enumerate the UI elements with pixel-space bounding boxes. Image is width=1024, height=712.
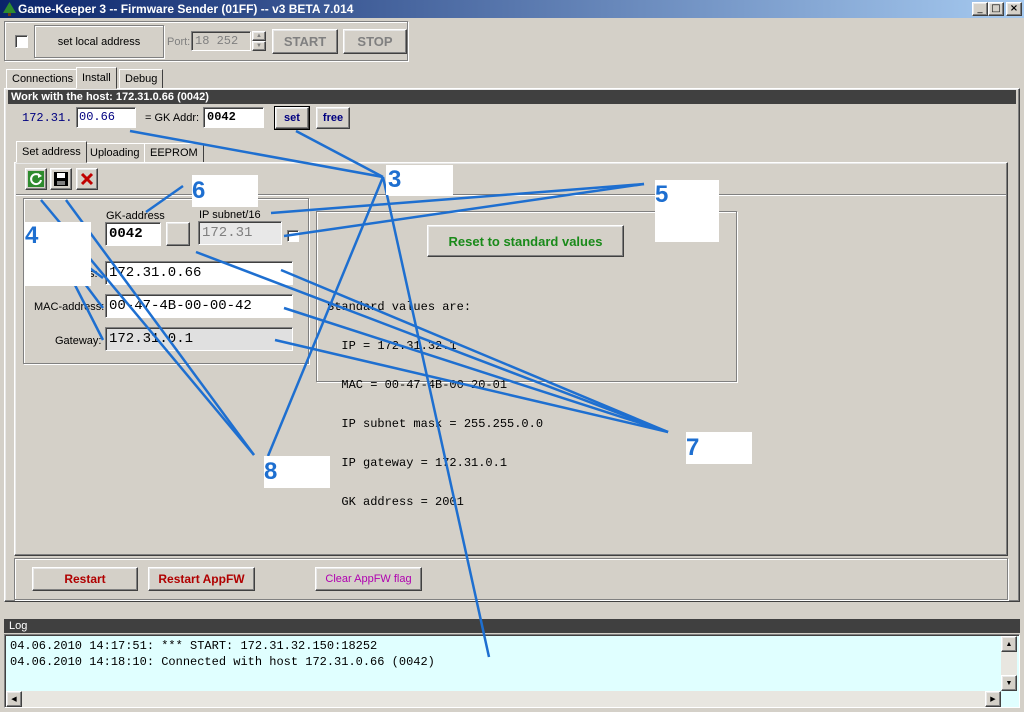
callout-label: 3 <box>388 166 402 193</box>
title-bar: Game-Keeper 3 -- Firmware Sender (01FF) … <box>0 0 1024 18</box>
toolbar-divider <box>16 194 1006 196</box>
save-icon <box>54 172 68 186</box>
scroll-up-icon[interactable]: ▲ <box>1001 636 1017 652</box>
ip-input[interactable]: 172.31.0.66 <box>105 261 293 285</box>
reset-standard-button[interactable]: Reset to standard values <box>427 225 624 257</box>
standard-line: IP = 172.31.32.1 <box>327 339 457 353</box>
port-spin-up[interactable]: ▲ <box>252 31 266 41</box>
callout-label: 7 <box>686 434 700 461</box>
callout-label: 6 <box>192 177 206 204</box>
refresh-button[interactable] <box>25 168 47 190</box>
callout-label: 5 <box>655 181 669 208</box>
gateway-label: Gateway: <box>55 335 102 347</box>
scroll-down-icon: ▼ <box>1005 679 1013 687</box>
tab-eeprom[interactable]: EEPROM <box>144 143 204 163</box>
close-icon: × <box>1009 3 1019 14</box>
minimize-button[interactable]: _ <box>972 2 988 16</box>
host-header: Work with the host: 172.31.0.66 (0042) <box>8 90 1016 104</box>
port-input[interactable]: 18 252 <box>191 31 251 51</box>
scroll-right-icon[interactable]: ▶ <box>985 691 1001 707</box>
set-local-checkbox[interactable] <box>15 35 28 48</box>
gk-addr-label: = GK Addr: <box>145 112 200 124</box>
callout-6: 6 <box>192 175 258 207</box>
standard-line: MAC = 00-47-4B-00-20-01 <box>327 378 508 392</box>
gateway-input[interactable]: 172.31.0.1 <box>105 327 293 351</box>
minimize-icon: _ <box>977 3 983 14</box>
delete-icon <box>80 172 94 186</box>
maximize-button[interactable]: □ <box>988 2 1004 16</box>
standard-line: Standard values are: <box>327 300 472 314</box>
callout-label: 8 <box>264 458 278 485</box>
tab-uploading[interactable]: Uploading <box>84 143 146 163</box>
ip-subnet-input[interactable]: 172.31 <box>198 221 282 245</box>
mac-input[interactable]: 00-47-4B-00-00-42 <box>105 294 293 318</box>
standard-values-text: Standard values are: IP = 172.31.32.1 MA… <box>327 275 543 522</box>
stop-button[interactable]: STOP <box>343 29 407 54</box>
callout-4: 4 <box>25 222 91 286</box>
restart-appfw-button[interactable]: Restart AppFW <box>148 567 255 591</box>
save-button[interactable] <box>50 168 72 190</box>
standard-line: IP subnet mask = 255.255.0.0 <box>327 417 544 431</box>
callout-5: 5 <box>655 180 719 242</box>
delete-button[interactable] <box>76 168 98 190</box>
log-horizontal-scrollbar[interactable]: ◀ ▶ <box>6 691 1001 707</box>
tab-set-address[interactable]: Set address <box>16 141 87 163</box>
standard-line: GK address = 2001 <box>327 495 464 509</box>
ip-subnet-checkbox[interactable] <box>287 230 299 242</box>
host-ip-prefix: 172.31. <box>22 111 73 125</box>
callout-8: 8 <box>264 456 330 488</box>
gk-address-input[interactable]: 0042 <box>105 222 161 246</box>
set-local-address-box[interactable]: set local address <box>34 25 164 58</box>
restart-button[interactable]: Restart <box>32 567 138 591</box>
set-local-label: set local address <box>57 35 141 48</box>
free-button[interactable]: free <box>316 107 350 129</box>
app-icon <box>3 2 16 16</box>
log-header: Log <box>4 619 1020 633</box>
scroll-down-button[interactable]: ▼ <box>1001 675 1017 691</box>
tab-debug[interactable]: Debug <box>119 69 164 89</box>
callout-3: 3 <box>386 165 453 195</box>
ip-subnet-label: IP subnet/16 <box>199 209 261 221</box>
gk-address-label: GK-address <box>106 210 165 222</box>
set-button[interactable]: set <box>274 106 310 130</box>
log-line: 04.06.2010 14:17:51: *** START: 172.31.3… <box>10 639 378 653</box>
callout-label: 4 <box>25 222 39 249</box>
callout-7: 7 <box>686 432 752 464</box>
start-button[interactable]: START <box>272 29 338 54</box>
port-label: Port: <box>167 36 191 48</box>
scroll-left-icon[interactable]: ◀ <box>6 691 22 707</box>
refresh-icon <box>28 171 44 187</box>
port-spin-down[interactable]: ▼ <box>252 41 266 51</box>
standard-line: IP gateway = 172.31.0.1 <box>327 456 508 470</box>
host-ip-suffix-input[interactable]: 00.66 <box>76 107 136 128</box>
gk-addr-input[interactable]: 0042 <box>203 107 264 128</box>
clear-appfw-button[interactable]: Clear AppFW flag <box>315 567 422 591</box>
close-button[interactable]: × <box>1006 2 1022 16</box>
window-title: Game-Keeper 3 -- Firmware Sender (01FF) … <box>18 2 354 16</box>
tab-connections[interactable]: Connections <box>6 69 80 89</box>
tab-install[interactable]: Install <box>76 67 117 89</box>
gk-address-apply-button[interactable] <box>166 222 190 246</box>
mac-label: MAC-address: <box>34 301 105 313</box>
maximize-icon: □ <box>991 3 1001 14</box>
log-line: 04.06.2010 14:18:10: Connected with host… <box>10 655 435 669</box>
